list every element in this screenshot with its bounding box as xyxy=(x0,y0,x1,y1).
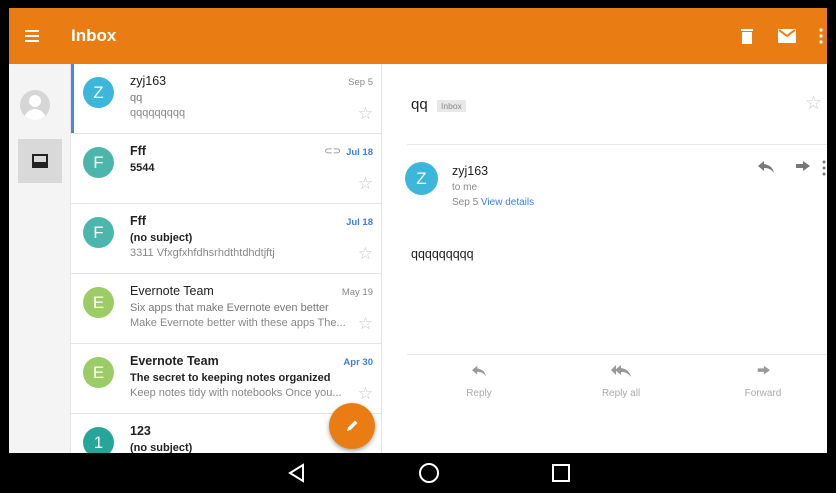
back-icon[interactable] xyxy=(282,459,312,487)
sender-name: 123 xyxy=(130,424,151,438)
star-icon[interactable]: ☆ xyxy=(358,104,373,124)
more-vert-icon[interactable] xyxy=(822,160,826,180)
star-icon[interactable]: ☆ xyxy=(358,244,373,264)
message-snippet: qqqqqqqqq xyxy=(130,107,186,119)
sender-name: Fff xyxy=(130,214,146,228)
avatar: Z xyxy=(83,77,114,108)
inbox-folder-button[interactable] xyxy=(18,139,62,183)
recipient-text: to me xyxy=(452,182,478,193)
message-row[interactable]: E Evernote Team May 19 Six apps that mak… xyxy=(71,274,381,344)
reply-icon[interactable] xyxy=(758,160,774,177)
message-body: qqqqqqqqq xyxy=(411,247,474,261)
inbox-icon xyxy=(32,154,48,168)
message-date: Apr 30 xyxy=(343,357,373,368)
avatar: F xyxy=(83,147,114,178)
reply-all-icon xyxy=(566,364,676,382)
avatar: 1 xyxy=(83,427,114,453)
view-details-link[interactable]: View details xyxy=(481,197,534,208)
sender-name: zyj163 xyxy=(130,74,167,88)
page-title: Inbox xyxy=(71,26,117,45)
message-subject: The secret to keeping notes organized xyxy=(130,372,331,384)
detail-subject: qq xyxy=(411,96,428,113)
message-snippet: 3311 Vfxgfxhfdhsrhdthtdhdtjftj xyxy=(130,247,275,259)
sender-name: Evernote Team xyxy=(130,284,214,298)
compose-button[interactable] xyxy=(329,403,375,449)
menu-icon[interactable] xyxy=(21,24,45,48)
delete-icon[interactable] xyxy=(735,24,759,48)
message-date: Jul 18 xyxy=(346,217,373,228)
message-detail: qq Inbox ☆ Z zyj163 to me Sep 5 View det… xyxy=(382,64,827,453)
message-subject: 5544 xyxy=(130,162,155,174)
star-icon[interactable]: ☆ xyxy=(358,314,373,334)
sender-avatar[interactable]: Z xyxy=(405,162,438,195)
message-date: Sep 5 xyxy=(348,77,373,88)
forward-icon[interactable] xyxy=(794,160,810,177)
sender-name: Fff xyxy=(130,144,146,158)
message-subject: qq xyxy=(130,92,143,104)
divider xyxy=(407,354,827,355)
message-row[interactable]: E Evernote Team Apr 30 The secret to kee… xyxy=(71,344,381,414)
account-rail xyxy=(9,64,71,453)
divider xyxy=(407,144,827,145)
attachment-icon: ⊂⊃ xyxy=(324,146,341,157)
message-snippet: Keep notes tidy with notebooks Once you.… xyxy=(130,387,342,399)
message-row[interactable]: Z zyj163 Sep 5 qq qqqqqqqqq ☆ xyxy=(71,64,381,134)
app-window: Inbox Z zyj163 Sep 5 qq qqqqqqqqq ☆ F Ff… xyxy=(0,0,836,493)
sender-name: Evernote Team xyxy=(130,354,219,368)
app-bar: Inbox xyxy=(9,8,827,64)
label-chip[interactable]: Inbox xyxy=(437,100,466,112)
star-icon[interactable]: ☆ xyxy=(358,384,373,404)
mail-icon[interactable] xyxy=(775,24,799,48)
recents-icon[interactable] xyxy=(546,459,576,487)
message-row[interactable]: F Fff ⊂⊃ Jul 18 5544 ☆ xyxy=(71,134,381,204)
reply-button[interactable]: Reply xyxy=(424,364,534,399)
avatar: E xyxy=(83,287,114,318)
message-date: May 19 xyxy=(341,287,373,298)
account-avatar[interactable] xyxy=(20,90,50,120)
home-icon[interactable] xyxy=(414,459,444,487)
message-snippet: Make Evernote better with these apps The… xyxy=(130,317,346,329)
sender-name: zyj163 xyxy=(452,164,489,178)
message-subject: (no subject) xyxy=(130,442,193,453)
message-subject: (no subject) xyxy=(130,232,193,244)
message-date: Sep 5 View details xyxy=(452,197,535,208)
forward-button[interactable]: Forward xyxy=(708,364,818,399)
more-vert-icon[interactable] xyxy=(809,24,833,48)
forward-icon xyxy=(708,364,818,382)
reply-all-button[interactable]: Reply all xyxy=(566,364,676,399)
message-row[interactable]: F Fff Jul 18 (no subject) 3311 Vfxgfxhfd… xyxy=(71,204,381,274)
message-list: Z zyj163 Sep 5 qq qqqqqqqqq ☆ F Fff ⊂⊃ J… xyxy=(71,64,381,453)
message-date: Jul 18 xyxy=(346,147,373,158)
pencil-icon xyxy=(347,420,358,431)
star-icon[interactable]: ☆ xyxy=(805,92,822,115)
star-icon[interactable]: ☆ xyxy=(358,174,373,194)
avatar: F xyxy=(83,217,114,248)
system-nav-bar xyxy=(0,453,836,493)
message-subject: Six apps that make Evernote even better xyxy=(130,302,329,314)
avatar: E xyxy=(83,357,114,388)
reply-icon xyxy=(424,364,534,382)
